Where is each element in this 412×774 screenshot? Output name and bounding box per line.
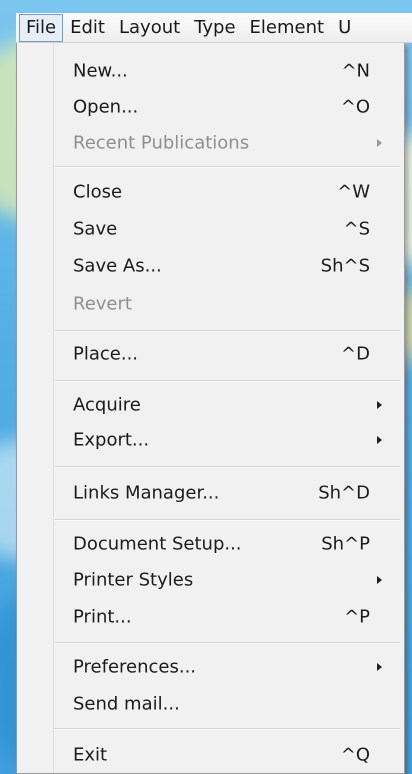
menu-file[interactable]: File — [19, 13, 64, 42]
menu-separator — [55, 728, 400, 730]
menu-item-printer-styles[interactable]: Printer Styles — [17, 562, 404, 598]
menu-item-label: Print... — [73, 606, 132, 628]
submenu-arrow-icon — [377, 576, 382, 584]
menu-item-send-mail[interactable]: Send mail... — [17, 686, 404, 722]
menu-utilities[interactable]: U — [331, 14, 351, 42]
menu-bar: File Edit Layout Type Element U — [16, 13, 412, 43]
menu-item-label: New... — [73, 60, 128, 82]
menu-separator — [55, 330, 400, 332]
menu-item-label: Document Setup... — [73, 533, 242, 555]
menu-separator — [55, 519, 400, 521]
menu-item-shortcut: Sh^S — [320, 255, 370, 277]
menu-separator — [55, 642, 400, 644]
menu-layout[interactable]: Layout — [112, 14, 187, 42]
menu-item-exit[interactable]: Exit ^Q — [17, 737, 404, 773]
menu-item-recent-publications: Recent Publications — [17, 125, 404, 161]
menu-item-shortcut: ^P — [344, 606, 370, 628]
submenu-arrow-icon — [377, 663, 382, 671]
menu-item-label: Save — [73, 218, 118, 240]
menu-item-label: Revert — [73, 293, 132, 315]
menu-item-label: Place... — [73, 343, 139, 365]
menu-item-shortcut: ^Q — [340, 744, 370, 766]
menu-item-revert: Revert — [17, 286, 404, 322]
menu-item-label: Recent Publications — [73, 132, 250, 154]
menu-element[interactable]: Element — [243, 14, 332, 42]
menu-item-label: Printer Styles — [73, 569, 194, 591]
menu-item-shortcut: Sh^P — [321, 533, 370, 555]
menu-item-label: Close — [73, 181, 123, 203]
menu-item-acquire[interactable]: Acquire — [17, 387, 404, 423]
menu-item-open[interactable]: Open... ^O — [17, 89, 404, 125]
menu-item-shortcut: Sh^D — [318, 482, 370, 504]
submenu-arrow-icon — [377, 139, 382, 147]
menu-item-preferences[interactable]: Preferences... — [17, 649, 404, 685]
menu-edit[interactable]: Edit — [63, 14, 112, 42]
submenu-arrow-icon — [377, 401, 382, 409]
menu-item-close[interactable]: Close ^W — [17, 174, 404, 210]
menu-item-links-manager[interactable]: Links Manager... Sh^D — [17, 475, 404, 511]
menu-item-shortcut: ^D — [341, 343, 370, 365]
menu-item-shortcut: ^S — [343, 218, 370, 240]
submenu-arrow-icon — [377, 436, 382, 444]
menu-separator — [55, 380, 400, 382]
menu-item-label: Preferences... — [73, 656, 197, 678]
menu-item-label: Exit — [73, 744, 108, 766]
menu-item-place[interactable]: Place... ^D — [17, 336, 404, 372]
menu-separator — [55, 466, 400, 468]
menu-item-shortcut: ^N — [341, 60, 370, 82]
menu-separator — [55, 166, 400, 168]
menu-item-label: Save As... — [73, 255, 162, 277]
menu-item-label: Export... — [73, 429, 150, 451]
menu-item-document-setup[interactable]: Document Setup... Sh^P — [17, 526, 404, 562]
menu-item-export[interactable]: Export... — [17, 422, 404, 458]
menu-item-print[interactable]: Print... ^P — [17, 599, 404, 635]
menu-item-label: Open... — [73, 96, 139, 118]
menu-item-shortcut: ^O — [340, 96, 370, 118]
menu-item-label: Links Manager... — [73, 482, 220, 504]
menu-item-label: Send mail... — [73, 693, 180, 715]
menu-item-label: Acquire — [73, 394, 141, 416]
menu-item-save[interactable]: Save ^S — [17, 211, 404, 247]
menu-item-shortcut: ^W — [337, 181, 370, 203]
file-menu-dropdown: New... ^N Open... ^O Recent Publications… — [16, 43, 405, 774]
menu-type[interactable]: Type — [187, 14, 242, 42]
menu-item-new[interactable]: New... ^N — [17, 53, 404, 89]
menu-item-save-as[interactable]: Save As... Sh^S — [17, 248, 404, 284]
